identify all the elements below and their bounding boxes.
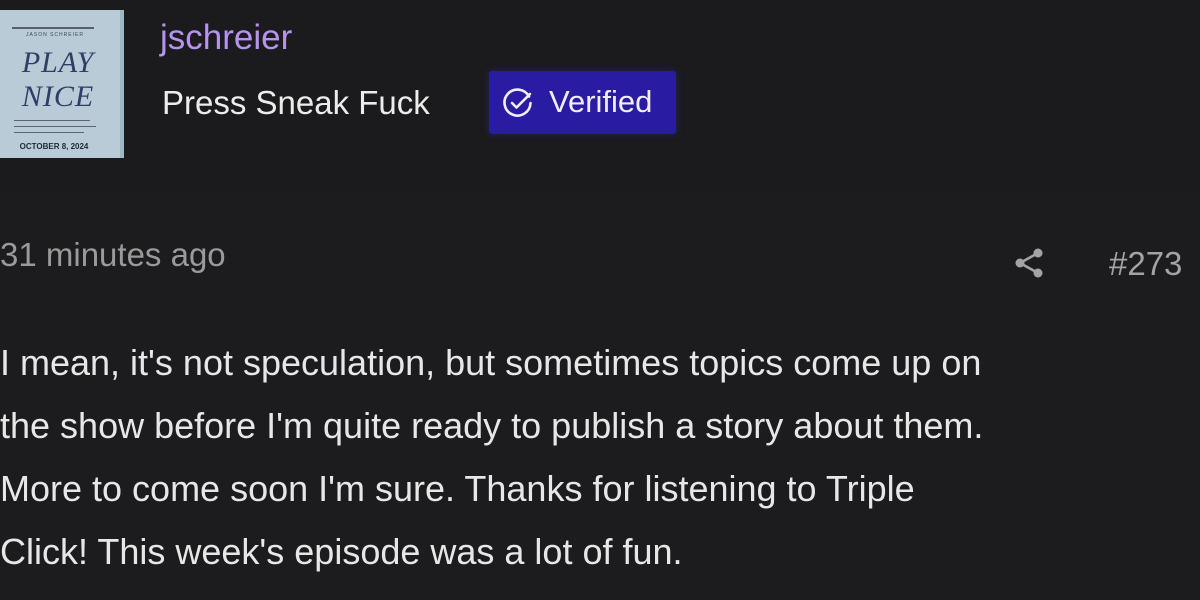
post-message: I mean, it's not speculation, but someti…: [0, 331, 1200, 583]
avatar-author-text: JASON SCHREIER: [26, 32, 84, 38]
message-line: Click! This week's episode was a lot of …: [0, 531, 683, 572]
avatar-title-line-1: PLAY: [21, 46, 95, 79]
avatar-book-title: PLAY NICE: [8, 46, 108, 114]
avatar-rule: [14, 132, 84, 133]
avatar-rule: [12, 27, 94, 29]
verified-label: Verified: [549, 84, 653, 119]
post-timestamp[interactable]: 31 minutes ago: [0, 236, 226, 274]
post-number-link[interactable]: #273: [1109, 245, 1182, 283]
avatar[interactable]: JASON SCHREIER PLAY NICE OCTOBER 8, 2024: [0, 10, 124, 158]
message-line: I mean, it's not speculation, but someti…: [0, 342, 982, 383]
message-line: More to come soon I'm sure. Thanks for l…: [0, 468, 915, 509]
verified-badge: Verified: [489, 71, 676, 134]
username-link[interactable]: jschreier: [160, 18, 292, 58]
avatar-rule: [14, 120, 90, 121]
user-title: Press Sneak Fuck: [162, 84, 430, 121]
avatar-rule: [14, 126, 96, 127]
check-circle-icon: [503, 88, 532, 117]
share-icon[interactable]: [1012, 245, 1046, 281]
post-header: JASON SCHREIER PLAY NICE OCTOBER 8, 2024…: [0, 0, 1200, 190]
avatar-date: OCTOBER 8, 2024: [19, 142, 89, 151]
message-line: the show before I'm quite ready to publi…: [0, 405, 984, 446]
avatar-title-line-2: NICE: [21, 80, 95, 113]
